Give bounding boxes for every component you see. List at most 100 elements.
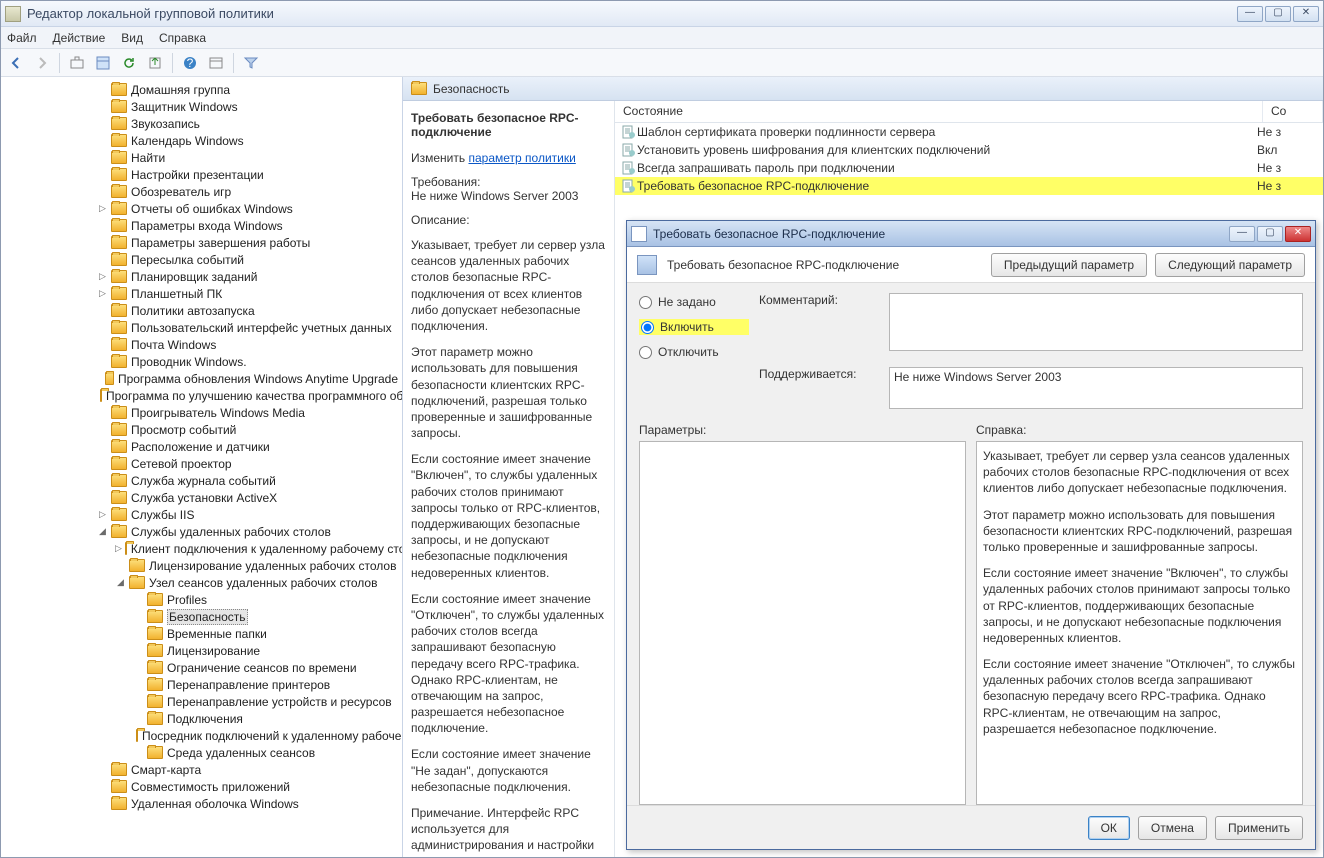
apply-button[interactable]: Применить [1215, 816, 1303, 840]
list-item[interactable]: Установить уровень шифрования для клиент… [615, 141, 1323, 159]
tree-item[interactable]: Настройки презентации [1, 166, 402, 183]
list-item[interactable]: Шаблон сертификата проверки подлинности … [615, 123, 1323, 141]
tree-item[interactable]: Программа обновления Windows Anytime Upg… [1, 370, 402, 387]
tree-item[interactable]: Служба установки ActiveX [1, 489, 402, 506]
tree-item[interactable]: Программа по улучшению качества программ… [1, 387, 402, 404]
tree-item[interactable]: ◢ Службы удаленных рабочих столов [1, 523, 402, 540]
expand-icon[interactable]: ▷ [97, 203, 108, 214]
forward-button[interactable] [31, 52, 53, 74]
list-item[interactable]: Требовать безопасное RPC-подключениеНе з [615, 177, 1323, 195]
ok-button[interactable]: ОК [1088, 816, 1130, 840]
description-paragraph: Указывает, требует ли сервер узла сеансо… [411, 237, 606, 334]
tree-item[interactable]: Проводник Windows. [1, 353, 402, 370]
tree-item[interactable]: ▷Планшетный ПК [1, 285, 402, 302]
tree-item[interactable]: Просмотр событий [1, 421, 402, 438]
tree-item[interactable]: Безопасность [1, 608, 402, 625]
folder-icon [111, 185, 127, 198]
change-link[interactable]: параметр политики [468, 151, 575, 165]
tree-item[interactable]: Параметры завершения работы [1, 234, 402, 251]
tree-item[interactable]: Обозреватель игр [1, 183, 402, 200]
tree-item[interactable]: Пересылка событий [1, 251, 402, 268]
expand-icon[interactable]: ▷ [97, 288, 108, 299]
tree-item[interactable]: Ограничение сеансов по времени [1, 659, 402, 676]
refresh-button[interactable] [118, 52, 140, 74]
export-button[interactable] [144, 52, 166, 74]
expand-icon[interactable]: ◢ [97, 526, 108, 537]
requirements-value: Не ниже Windows Server 2003 [411, 189, 606, 203]
tree-item[interactable]: Посредник подключений к удаленному рабоч… [1, 727, 402, 744]
tree-item[interactable]: Сетевой проектор [1, 455, 402, 472]
expand-icon [97, 101, 108, 112]
tree-item[interactable]: ▷Клиент подключения к удаленному рабочем… [1, 540, 402, 557]
tree-item[interactable]: ▷Планировщик заданий [1, 268, 402, 285]
menu-action[interactable]: Действие [53, 31, 106, 45]
expand-icon [97, 237, 108, 248]
tree-pane[interactable]: Домашняя группа Защитник WindowsЗвукозапи… [1, 77, 403, 857]
expand-icon[interactable]: ▷ [97, 271, 108, 282]
menu-help[interactable]: Справка [159, 31, 206, 45]
up-button[interactable] [66, 52, 88, 74]
tree-label: Просмотр событий [131, 423, 236, 437]
folder-icon [111, 100, 127, 113]
dialog-minimize-button[interactable]: — [1229, 226, 1255, 242]
tree-item[interactable]: Звукозапись [1, 115, 402, 132]
menu-view[interactable]: Вид [121, 31, 143, 45]
tree-item[interactable]: Перенаправление принтеров [1, 676, 402, 693]
tree-item[interactable]: Служба журнала событий [1, 472, 402, 489]
tree-label: Защитник Windows [131, 100, 238, 114]
back-button[interactable] [5, 52, 27, 74]
col-state-header[interactable]: Состояние [615, 101, 1263, 122]
tree-item[interactable]: ▷Службы IIS [1, 506, 402, 523]
props-button[interactable] [92, 52, 114, 74]
tree-item[interactable]: Почта Windows [1, 336, 402, 353]
tree-item[interactable]: Политики автозапуска [1, 302, 402, 319]
expand-icon[interactable]: ◢ [115, 577, 126, 588]
close-button[interactable]: ✕ [1293, 6, 1319, 22]
tree-item[interactable]: ▷Отчеты об ошибках Windows [1, 200, 402, 217]
view-button[interactable] [205, 52, 227, 74]
tree-item[interactable]: Пользовательский интерфейс учетных данны… [1, 319, 402, 336]
prev-setting-button[interactable]: Предыдущий параметр [991, 253, 1147, 277]
col-state2-header[interactable]: Со [1263, 101, 1323, 122]
dialog-subtitle: Требовать безопасное RPC-подключение [667, 258, 981, 272]
expand-icon[interactable]: ▷ [115, 543, 122, 554]
tree-item[interactable]: Смарт-карта [1, 761, 402, 778]
cancel-button[interactable]: Отмена [1138, 816, 1207, 840]
help-button[interactable]: ? [179, 52, 201, 74]
help-box[interactable]: Указывает, требует ли сервер узла сеансо… [976, 441, 1303, 805]
tree-item[interactable]: ◢Узел сеансов удаленных рабочих столов [1, 574, 402, 591]
tree-item[interactable]: Найти [1, 149, 402, 166]
expand-icon[interactable]: ▷ [97, 509, 108, 520]
requirements-label: Требования: [411, 175, 606, 189]
menu-file[interactable]: Файл [7, 31, 37, 45]
dialog-maximize-button[interactable]: ▢ [1257, 226, 1283, 242]
list-item[interactable]: Всегда запрашивать пароль при подключени… [615, 159, 1323, 177]
tree-item[interactable]: Лицензирование [1, 642, 402, 659]
dialog-close-button[interactable]: ✕ [1285, 226, 1311, 242]
tree-item[interactable]: Удаленная оболочка Windows [1, 795, 402, 812]
next-setting-button[interactable]: Следующий параметр [1155, 253, 1305, 277]
tree-item[interactable]: Домашняя группа [1, 81, 402, 98]
tree-item[interactable]: Временные папки [1, 625, 402, 642]
radio-enable[interactable]: Включить [639, 319, 749, 335]
comment-textarea[interactable] [889, 293, 1303, 351]
tree-item[interactable]: Защитник Windows [1, 98, 402, 115]
filter-button[interactable] [240, 52, 262, 74]
minimize-button[interactable]: — [1237, 6, 1263, 22]
dialog-footer: ОК Отмена Применить [627, 805, 1315, 849]
tree-item[interactable]: Проигрыватель Windows Media [1, 404, 402, 421]
tree-item[interactable]: Перенаправление устройств и ресурсов [1, 693, 402, 710]
tree-item[interactable]: Лицензирование удаленных рабочих столов [1, 557, 402, 574]
radio-disable[interactable]: Отключить [639, 345, 749, 359]
maximize-button[interactable]: ▢ [1265, 6, 1291, 22]
tree-item[interactable]: Совместимость приложений [1, 778, 402, 795]
tree-item[interactable]: Среда удаленных сеансов [1, 744, 402, 761]
list-item-name: Установить уровень шифрования для клиент… [637, 143, 1257, 157]
tree-item[interactable]: Параметры входа Windows [1, 217, 402, 234]
tree-label: Службы удаленных рабочих столов [131, 525, 331, 539]
tree-item[interactable]: Подключения [1, 710, 402, 727]
tree-item[interactable]: Profiles [1, 591, 402, 608]
radio-notset[interactable]: Не задано [639, 295, 749, 309]
tree-item[interactable]: Расположение и датчики [1, 438, 402, 455]
tree-item[interactable]: Календарь Windows [1, 132, 402, 149]
